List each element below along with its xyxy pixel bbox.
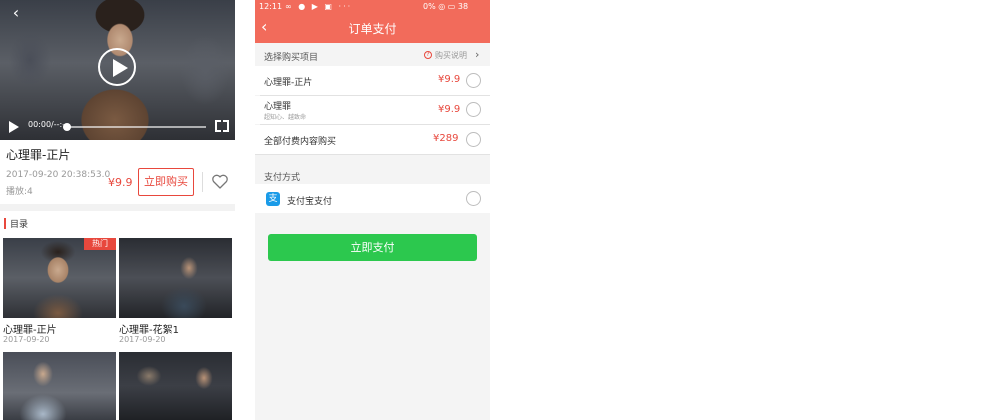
- divider: [255, 154, 490, 155]
- option-subtitle: 超知心、越致命: [264, 114, 307, 121]
- progress-knob[interactable]: [63, 123, 71, 131]
- episode-thumbnail[interactable]: [3, 352, 116, 420]
- option-radio[interactable]: [466, 132, 481, 147]
- video-title: 心理罪-正片: [6, 148, 71, 162]
- option-name: 心理罪: [264, 102, 292, 112]
- hot-badge: 热门: [84, 238, 116, 250]
- episode-title[interactable]: 心理罪-正片: [3, 321, 57, 336]
- heart-icon[interactable]: [210, 172, 230, 192]
- chevron-right-icon[interactable]: ›: [475, 48, 479, 61]
- option-price: ¥9.9: [438, 104, 461, 115]
- purchase-info-link[interactable]: 购买说明: [435, 50, 467, 61]
- payment-section-title: 支付方式: [264, 173, 301, 183]
- option-radio[interactable]: [466, 102, 481, 117]
- order-payment-screen: 12:11 ∞ ● ▶ ▣ ··· 0% ◎ ▭ 38 ‹ 订单支付 选择购买项…: [255, 0, 490, 420]
- episode-thumbnail[interactable]: [3, 238, 116, 318]
- video-detail-screen: ‹ 00:00/--:-- 心理罪-正片 2017-09-20 20:38:53…: [0, 0, 235, 420]
- page-title: 订单支付: [348, 22, 397, 36]
- episode-date: 2017-09-20: [3, 335, 50, 344]
- divider: [202, 172, 203, 192]
- payment-radio[interactable]: [466, 191, 481, 206]
- episode-thumbnail[interactable]: [119, 352, 232, 420]
- buy-now-button[interactable]: 立即购买: [138, 168, 194, 196]
- option-name: 全部付费内容购买: [264, 137, 337, 147]
- status-notification-icons: ∞ ● ▶ ▣ ···: [285, 2, 353, 11]
- player-control-bar: 00:00/--:--: [0, 116, 235, 138]
- video-price: ¥9.9: [108, 176, 133, 189]
- option-radio[interactable]: [466, 73, 481, 88]
- catalog-title: 目录: [10, 220, 29, 230]
- option-price: ¥289: [433, 133, 459, 144]
- episode-date: 2017-09-20: [119, 335, 166, 344]
- info-icon[interactable]: ?: [424, 51, 432, 59]
- payment-method-name: 支付宝支付: [287, 197, 333, 207]
- play-button-icon[interactable]: [98, 48, 136, 86]
- play-count: 播放:4: [6, 187, 33, 197]
- back-arrow-icon[interactable]: ‹: [6, 3, 26, 23]
- section-gap: [0, 204, 235, 211]
- play-icon[interactable]: [9, 121, 19, 133]
- option-price: ¥9.9: [438, 74, 461, 85]
- episode-title[interactable]: 心理罪-花絮1: [119, 321, 179, 336]
- pay-now-button[interactable]: 立即支付: [268, 234, 477, 261]
- status-time: 12:11: [259, 2, 283, 11]
- player-time: 00:00/--:--: [28, 120, 68, 129]
- status-right: 0% ◎ ▭ 38: [423, 2, 469, 11]
- purchase-section-title: 选择购买项目: [264, 53, 319, 63]
- video-date: 2017-09-20 20:38:53.0: [6, 170, 111, 180]
- section-marker: [4, 218, 6, 229]
- fullscreen-icon[interactable]: [215, 120, 229, 132]
- alipay-icon: 支: [266, 192, 280, 206]
- episode-thumbnail[interactable]: [119, 238, 232, 318]
- progress-track[interactable]: [66, 126, 206, 128]
- option-name: 心理罪-正片: [264, 78, 313, 88]
